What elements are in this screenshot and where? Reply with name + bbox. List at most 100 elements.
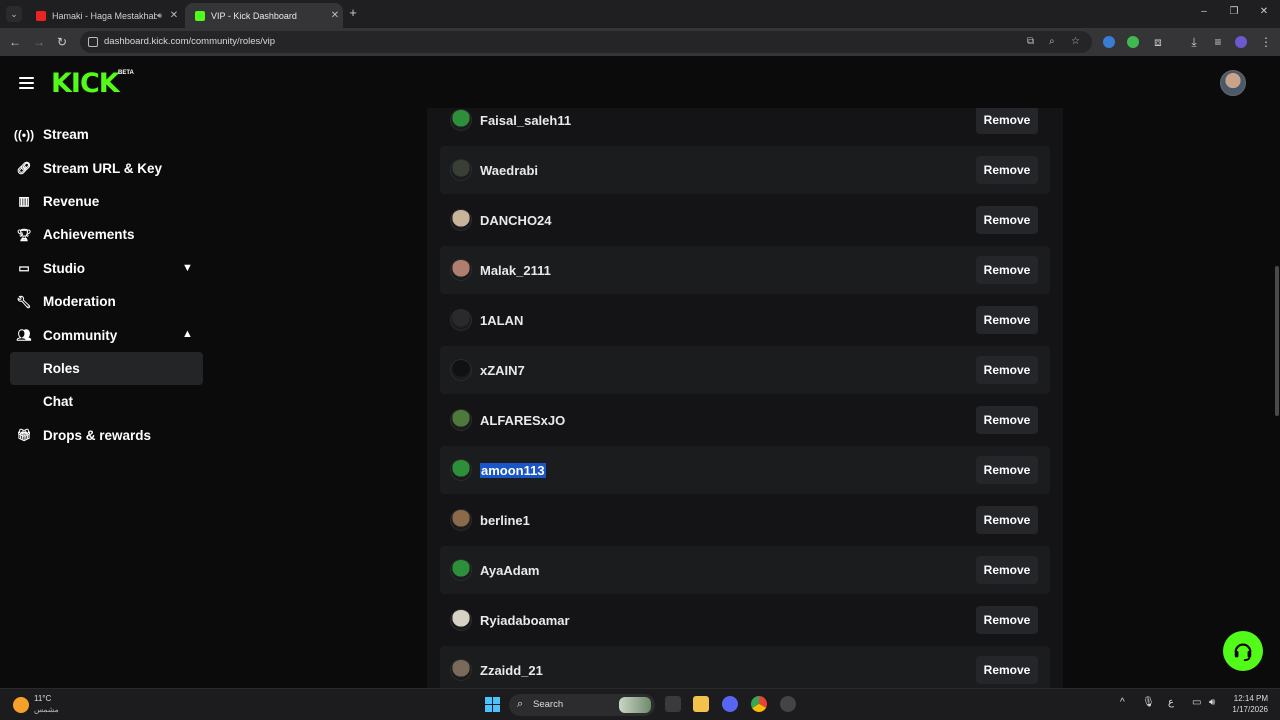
- avatar[interactable]: [450, 609, 472, 631]
- chevron-up-icon[interactable]: ▲: [182, 328, 193, 340]
- language-indicator[interactable]: ع: [1168, 697, 1174, 708]
- remove-button[interactable]: Remove: [976, 156, 1038, 184]
- sidebar-item-community[interactable]: 👥︎ Community ▲: [0, 318, 215, 351]
- discord-icon[interactable]: [722, 696, 738, 712]
- avatar[interactable]: [450, 309, 472, 331]
- download-icon[interactable]: ⤓: [1187, 35, 1201, 50]
- extension-icon[interactable]: [1103, 36, 1115, 48]
- avatar[interactable]: [450, 209, 472, 231]
- people-icon: 👥︎: [16, 328, 32, 343]
- chevron-down-icon[interactable]: ▼: [182, 262, 193, 274]
- speaker-icon[interactable]: 🔊︎: [157, 11, 162, 21]
- wrench-icon: 🔧︎: [16, 294, 32, 309]
- shield-extension-icon[interactable]: [1127, 36, 1139, 48]
- reload-icon[interactable]: ↻: [55, 35, 69, 49]
- app-icon[interactable]: [780, 696, 796, 712]
- sidebar-item-stream[interactable]: ((•)) Stream: [0, 118, 215, 151]
- sidebar-item-stream-url-key[interactable]: 🔗︎ Stream URL & Key: [0, 151, 215, 184]
- menu-icon[interactable]: [19, 77, 34, 89]
- url-field[interactable]: dashboard.kick.com/community/roles/vip ⧉…: [80, 31, 1092, 53]
- remove-button[interactable]: Remove: [976, 108, 1038, 134]
- tab-vip-kick[interactable]: VIP - Kick Dashboard ✕: [185, 3, 343, 28]
- chrome-icon[interactable]: [751, 696, 767, 712]
- username[interactable]: ALFARESxJO: [480, 413, 976, 428]
- username[interactable]: Waedrabi: [480, 163, 976, 178]
- close-tab-icon[interactable]: ✕: [166, 10, 182, 21]
- remove-button[interactable]: Remove: [976, 306, 1038, 334]
- remove-button[interactable]: Remove: [976, 456, 1038, 484]
- tab-search-button[interactable]: ⌄: [6, 6, 22, 22]
- remove-button[interactable]: Remove: [976, 356, 1038, 384]
- username[interactable]: Zzaidd_21: [480, 663, 976, 678]
- avatar[interactable]: [450, 659, 472, 681]
- forward-icon[interactable]: →: [32, 35, 46, 49]
- url-text: dashboard.kick.com/community/roles/vip: [104, 36, 276, 47]
- avatar[interactable]: [450, 109, 472, 131]
- translate-icon[interactable]: ⧉: [1027, 36, 1034, 47]
- sidebar-item-studio[interactable]: ▭ Studio ▼: [0, 252, 215, 285]
- bookmark-star-icon[interactable]: ☆: [1071, 36, 1080, 47]
- username[interactable]: 1ALAN: [480, 313, 976, 328]
- minimize-icon[interactable]: –: [1196, 6, 1212, 17]
- task-view-icon[interactable]: [665, 696, 681, 712]
- scrollbar[interactable]: [1275, 266, 1279, 416]
- avatar[interactable]: [1220, 70, 1246, 96]
- restore-icon[interactable]: ❐: [1226, 6, 1242, 17]
- remove-button[interactable]: Remove: [976, 206, 1038, 234]
- taskbar-search-input[interactable]: ⌕ Search: [509, 694, 655, 716]
- username[interactable]: xZAIN7: [480, 363, 976, 378]
- sidebar-item-drops-rewards[interactable]: 🎁︎ Drops & rewards: [0, 419, 215, 452]
- weather-sun-icon[interactable]: [13, 697, 29, 713]
- sidebar-item-revenue[interactable]: ▥ Revenue: [0, 185, 215, 218]
- extensions-puzzle-icon[interactable]: ⧈: [1151, 35, 1165, 50]
- file-explorer-icon[interactable]: [693, 696, 709, 712]
- media-control-icon[interactable]: ≡: [1211, 35, 1225, 49]
- help-button[interactable]: [1223, 631, 1263, 671]
- username[interactable]: Ryiadaboamar: [480, 613, 976, 628]
- tray-chevron-up-icon[interactable]: ^: [1120, 697, 1125, 708]
- back-icon[interactable]: ←: [8, 35, 22, 49]
- username[interactable]: amoon113: [480, 462, 546, 478]
- tab-title: VIP - Kick Dashboard: [211, 10, 297, 21]
- avatar[interactable]: [450, 459, 472, 481]
- network-icon[interactable]: ▭: [1192, 697, 1201, 708]
- avatar[interactable]: [450, 359, 472, 381]
- username[interactable]: AyaAdam: [480, 563, 976, 578]
- close-window-icon[interactable]: ✕: [1256, 6, 1272, 17]
- address-bar: ← → ↻ dashboard.kick.com/community/roles…: [0, 28, 1280, 56]
- remove-button[interactable]: Remove: [976, 606, 1038, 634]
- taskbar-clock[interactable]: 12:14 PM 1/17/2026: [1228, 693, 1268, 715]
- tab-hamaki[interactable]: Hamaki - Haga Mestakhaba 🔊︎ ✕: [26, 3, 182, 28]
- chart-icon: ▥: [18, 194, 30, 209]
- avatar[interactable]: [450, 509, 472, 531]
- avatar[interactable]: [450, 259, 472, 281]
- beta-badge: BETA: [118, 70, 134, 76]
- username[interactable]: Malak_2111: [480, 263, 976, 278]
- volume-icon[interactable]: 🔊︎: [1209, 697, 1215, 708]
- username[interactable]: Faisal_saleh11: [480, 113, 976, 128]
- sidebar-item-moderation[interactable]: 🔧︎ Moderation: [0, 285, 215, 318]
- close-tab-icon[interactable]: ✕: [327, 10, 343, 21]
- sidebar-item-roles[interactable]: Roles: [10, 351, 203, 386]
- remove-button[interactable]: Remove: [976, 556, 1038, 584]
- new-tab-button[interactable]: +: [346, 6, 360, 20]
- username[interactable]: berline1: [480, 513, 976, 528]
- remove-button[interactable]: Remove: [976, 406, 1038, 434]
- username[interactable]: DANCHO24: [480, 213, 976, 228]
- avatar[interactable]: [450, 159, 472, 181]
- avatar[interactable]: [450, 559, 472, 581]
- menu-dots-icon[interactable]: ⋮: [1259, 35, 1273, 49]
- site-info-icon[interactable]: [88, 37, 98, 47]
- microphone-icon[interactable]: 🎙︎: [1142, 697, 1155, 708]
- sidebar-item-label: Drops & rewards: [43, 427, 152, 443]
- kick-logo[interactable]: KICK: [51, 68, 120, 99]
- windows-start-icon[interactable]: [485, 697, 500, 712]
- profile-extension-icon[interactable]: [1235, 36, 1247, 48]
- zoom-icon[interactable]: ⌕: [1049, 36, 1055, 47]
- remove-button[interactable]: Remove: [976, 506, 1038, 534]
- avatar[interactable]: [450, 409, 472, 431]
- remove-button[interactable]: Remove: [976, 256, 1038, 284]
- remove-button[interactable]: Remove: [976, 656, 1038, 684]
- sidebar-item-chat[interactable]: Chat: [0, 385, 215, 418]
- sidebar-item-achievements[interactable]: 🏆︎ Achievements: [0, 218, 215, 251]
